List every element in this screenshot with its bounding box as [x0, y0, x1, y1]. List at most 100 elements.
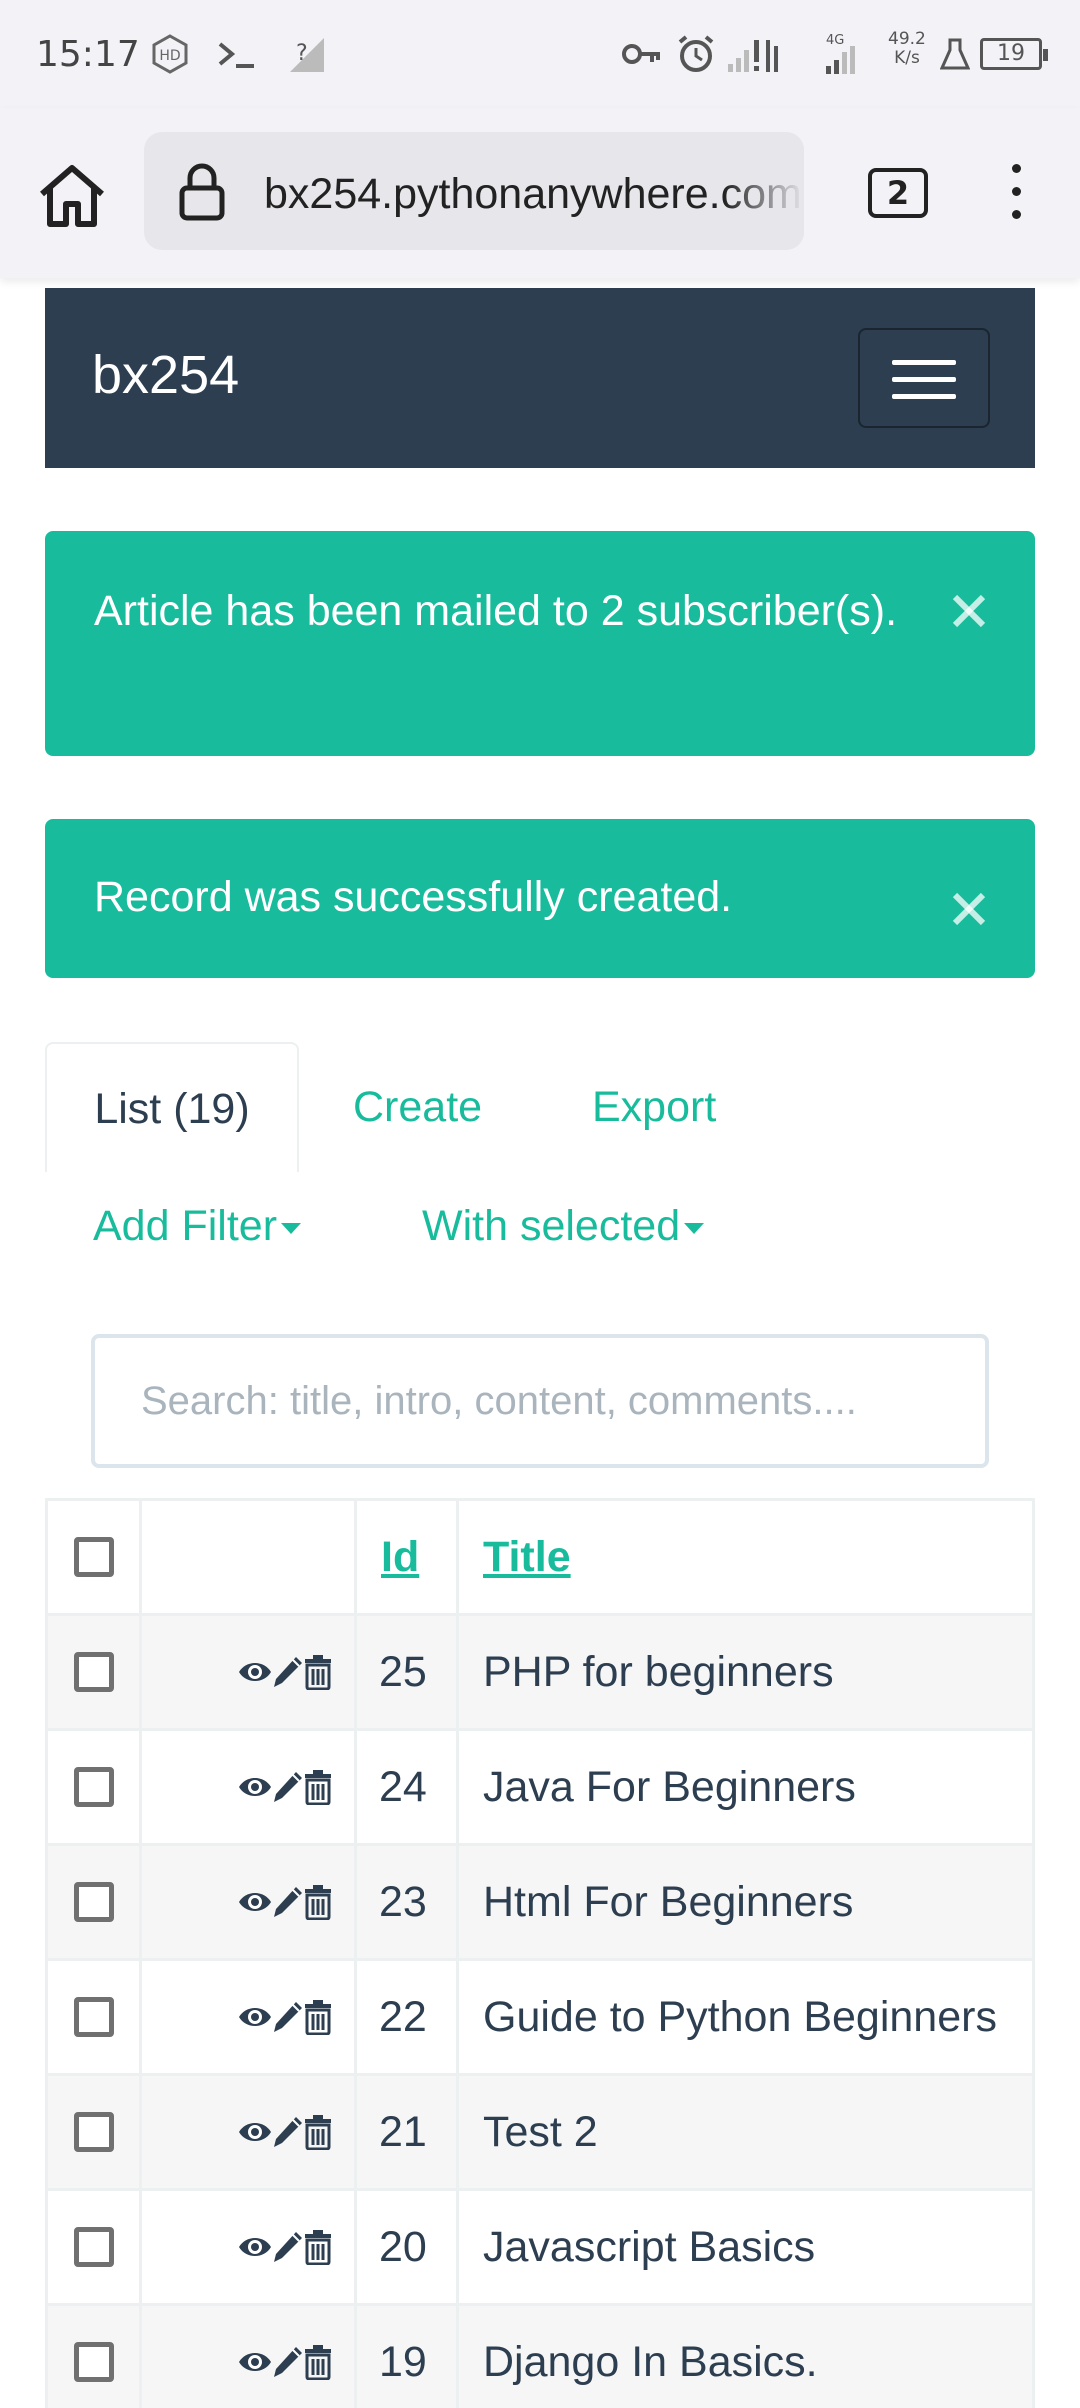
view-eye-icon[interactable]	[238, 2348, 272, 2376]
delete-trash-icon[interactable]	[304, 2114, 332, 2150]
alert-created: Record was successfully created.	[45, 819, 1035, 978]
svg-text:HD: HD	[159, 48, 180, 64]
alert-mailed: Article has been mailed to 2 subscriber(…	[45, 531, 1035, 756]
row-select-cell	[45, 1728, 142, 1846]
row-id: 21	[354, 2073, 459, 2191]
delete-trash-icon[interactable]	[304, 1654, 332, 1690]
row-select-cell	[45, 1958, 142, 2076]
svg-text:?: ?	[296, 41, 308, 66]
row-id: 22	[354, 1958, 459, 2076]
alert-message: Article has been mailed to 2 subscriber(…	[94, 587, 898, 635]
table-row: 21 Test 2	[45, 2073, 1035, 2191]
view-tabs: List (19) Create Export	[45, 1042, 1035, 1172]
row-checkbox[interactable]	[73, 2112, 114, 2152]
search-input[interactable]: Search: title, intro, content, comments.…	[91, 1334, 989, 1468]
tab-create[interactable]: Create	[353, 1042, 482, 1172]
row-select-cell	[45, 2303, 142, 2408]
row-checkbox[interactable]	[73, 2227, 114, 2267]
address-bar[interactable]: bx254.pythonanywhere.com	[144, 132, 804, 250]
delete-trash-icon[interactable]	[304, 1884, 332, 1920]
view-eye-icon[interactable]	[238, 1773, 272, 1801]
network-speed-unit: K/s	[894, 48, 920, 68]
edit-pencil-icon[interactable]	[272, 2115, 304, 2149]
view-eye-icon[interactable]	[238, 2118, 272, 2146]
records-table: Id Title 25 PHP for beginners 24 Java For B…	[45, 1498, 1035, 2408]
select-all-cell	[45, 1498, 142, 1616]
delete-trash-icon[interactable]	[304, 1769, 332, 1805]
row-id: 20	[354, 2188, 459, 2306]
row-select-cell	[45, 1843, 142, 1961]
row-actions-cell	[139, 1613, 357, 1731]
table-row: 24 Java For Beginners	[45, 1728, 1035, 1846]
tab-list[interactable]: List (19)	[45, 1042, 299, 1172]
url-fade	[724, 132, 804, 250]
with-selected-label: With selected	[422, 1202, 681, 1250]
delete-trash-icon[interactable]	[304, 2344, 332, 2380]
row-checkbox[interactable]	[73, 1767, 114, 1807]
status-bar: 15:17 HD ? 4G 49.2 K/s 19	[0, 0, 1080, 108]
row-select-cell	[45, 2188, 142, 2306]
edit-pencil-icon[interactable]	[272, 2000, 304, 2034]
row-id: 19	[354, 2303, 459, 2408]
row-actions-cell	[139, 2188, 357, 2306]
navbar-brand[interactable]: bx254	[92, 344, 239, 406]
svg-text:4G: 4G	[826, 33, 844, 48]
edit-pencil-icon[interactable]	[272, 1770, 304, 1804]
row-title: Django In Basics.	[456, 2303, 1035, 2408]
caret-down-icon	[684, 1223, 705, 1235]
with-selected-dropdown[interactable]: With selected	[422, 1196, 705, 1256]
navbar-toggler-button[interactable]	[858, 328, 990, 428]
alarm-icon	[676, 32, 716, 76]
row-actions-cell	[139, 1843, 357, 1961]
delete-trash-icon[interactable]	[304, 1999, 332, 2035]
table-row: 19 Django In Basics.	[45, 2303, 1035, 2408]
title-header: Title	[456, 1498, 1035, 1616]
site-navbar: bx254	[45, 288, 1035, 468]
view-eye-icon[interactable]	[238, 2003, 272, 2031]
edit-pencil-icon[interactable]	[272, 1655, 304, 1689]
row-actions-cell	[139, 1728, 357, 1846]
browser-toolbar: bx254.pythonanywhere.com 2	[0, 108, 1080, 278]
home-icon[interactable]	[36, 160, 108, 232]
status-time: 15:17	[36, 34, 140, 75]
view-eye-icon[interactable]	[238, 2233, 272, 2261]
url-text: bx254.pythonanywhere.com	[264, 170, 802, 218]
more-menu-icon[interactable]	[1004, 164, 1028, 224]
row-title: Java For Beginners	[456, 1728, 1035, 1846]
network-speed: 49.2 K/s	[888, 30, 926, 68]
id-header: Id	[354, 1498, 459, 1616]
lock-icon	[178, 162, 226, 222]
edit-pencil-icon[interactable]	[272, 2345, 304, 2379]
actions-header	[139, 1498, 357, 1616]
signal-4g-icon: 4G	[822, 32, 878, 76]
row-select-cell	[45, 2073, 142, 2191]
edit-pencil-icon[interactable]	[272, 2230, 304, 2264]
table-row: 23 Html For Beginners	[45, 1843, 1035, 1961]
row-title: PHP for beginners	[456, 1613, 1035, 1731]
row-title: Html For Beginners	[456, 1843, 1035, 1961]
delete-trash-icon[interactable]	[304, 2229, 332, 2265]
signal-weak-icon	[726, 32, 786, 76]
sort-id-link[interactable]: Id	[357, 1533, 419, 1581]
row-checkbox[interactable]	[73, 1882, 114, 1922]
battery-indicator: 19	[980, 38, 1048, 70]
tab-export[interactable]: Export	[592, 1042, 716, 1172]
alert-close-icon[interactable]	[951, 583, 987, 628]
row-checkbox[interactable]	[73, 1997, 114, 2037]
row-actions-cell	[139, 2303, 357, 2408]
alert-close-icon[interactable]	[951, 881, 987, 926]
row-title: Javascript Basics	[456, 2188, 1035, 2306]
view-eye-icon[interactable]	[238, 1658, 272, 1686]
add-filter-dropdown[interactable]: Add Filter	[93, 1196, 302, 1256]
row-checkbox[interactable]	[73, 2342, 114, 2382]
sort-title-link[interactable]: Title	[459, 1533, 571, 1581]
table-row: 20 Javascript Basics	[45, 2188, 1035, 2306]
edit-pencil-icon[interactable]	[272, 1885, 304, 1919]
tab-switcher-button[interactable]: 2	[868, 168, 928, 218]
row-id: 24	[354, 1728, 459, 1846]
select-all-checkbox[interactable]	[73, 1537, 114, 1577]
row-checkbox[interactable]	[73, 1652, 114, 1692]
vpn-key-icon	[620, 32, 664, 76]
flask-icon	[940, 32, 970, 76]
view-eye-icon[interactable]	[238, 1888, 272, 1916]
